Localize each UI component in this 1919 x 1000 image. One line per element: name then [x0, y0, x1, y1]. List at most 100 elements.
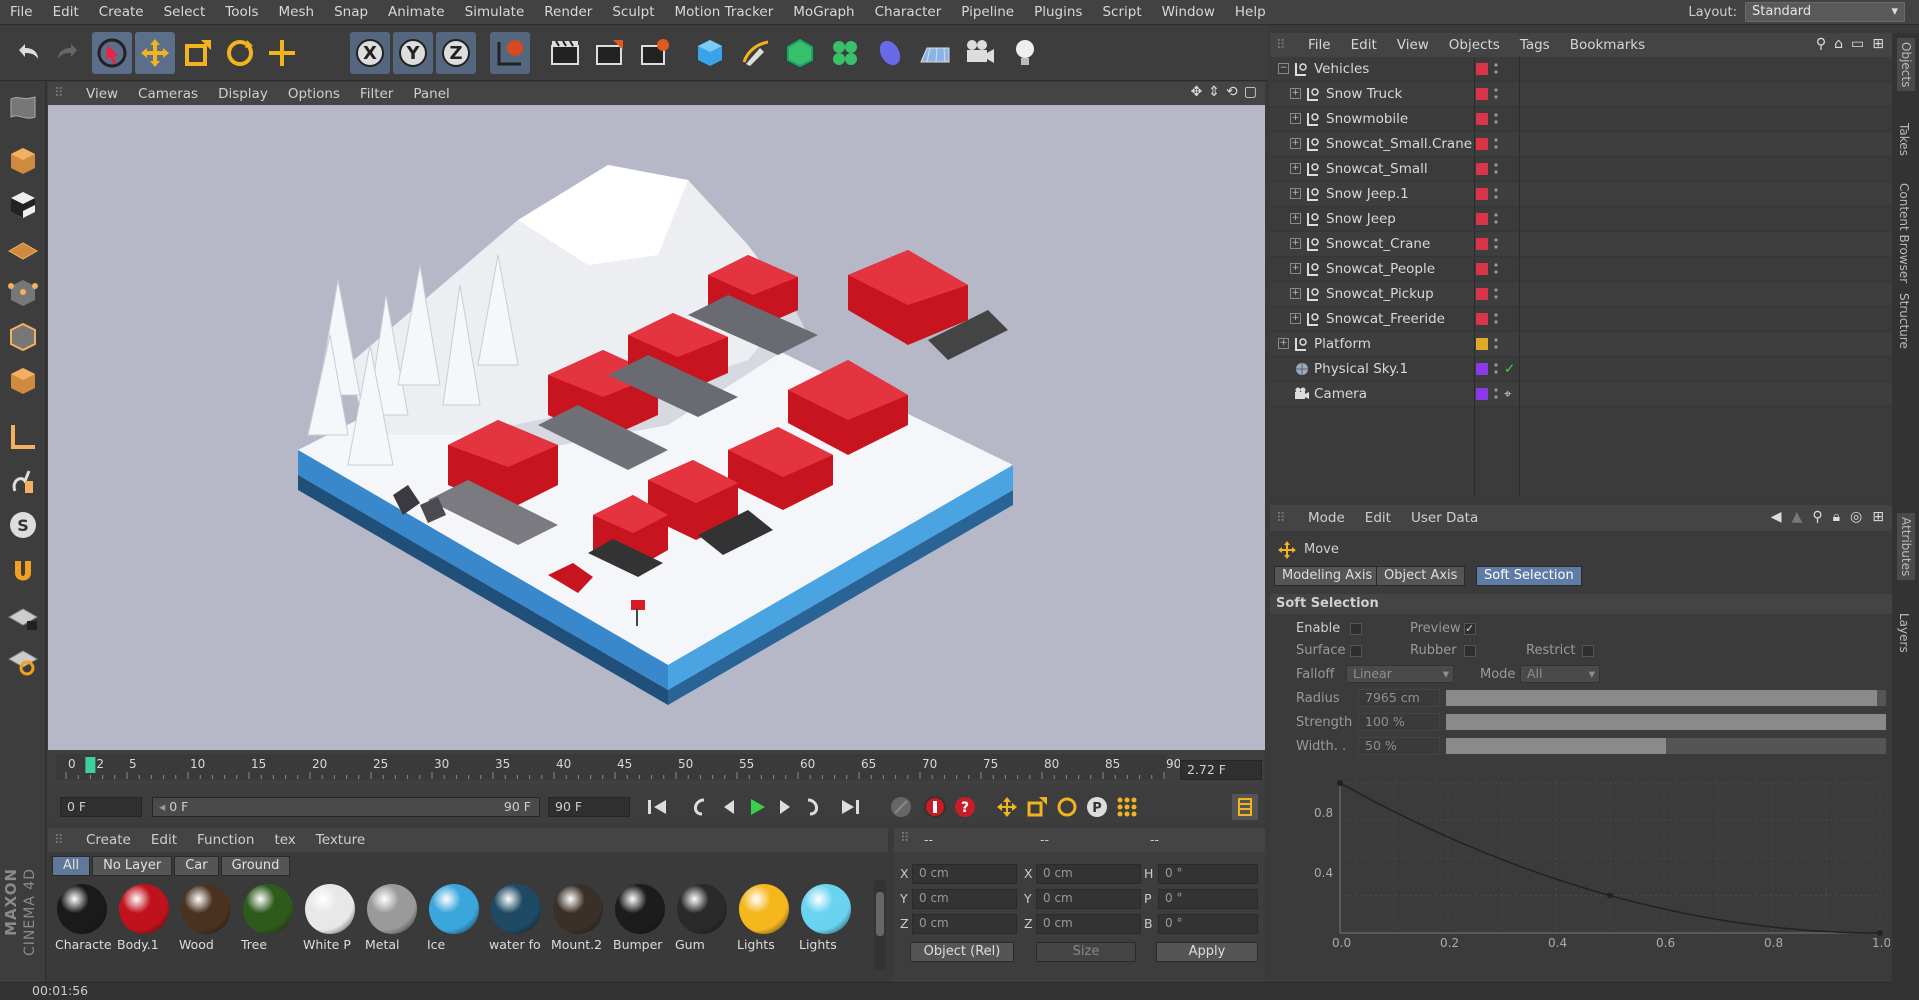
tab-soft-selection[interactable]: Soft Selection — [1476, 566, 1582, 586]
menu-render[interactable]: Render — [534, 4, 602, 20]
visibility-dots-icon[interactable] — [1494, 386, 1498, 402]
enable-checkbox[interactable] — [1350, 623, 1362, 635]
curve-point[interactable] — [1607, 892, 1613, 899]
settings-icon[interactable]: ◎ — [1850, 509, 1862, 525]
object-row[interactable]: + Snowcat_Crane — [1270, 232, 1892, 257]
material-tab-car[interactable]: Car — [174, 856, 219, 876]
menu-help[interactable]: Help — [1225, 4, 1276, 20]
material-item[interactable]: Characte — [52, 880, 112, 956]
timeline-ruler[interactable]: 0 5 10 15 20 25 30 35 40 45 50 55 60 65 70 75 80 85 90 2 2.… — [48, 750, 1265, 785]
viewport-menu-filter[interactable]: Filter — [350, 86, 403, 102]
back-arrow-icon[interactable]: ◀ — [1771, 509, 1782, 525]
om-menu-objects[interactable]: Objects — [1439, 37, 1510, 53]
visibility-dots-icon[interactable] — [1494, 61, 1498, 77]
expand-toggle-icon[interactable]: + — [1290, 313, 1301, 324]
material-menu-tex[interactable]: tex — [264, 832, 305, 848]
rotate-icon[interactable] — [220, 32, 260, 74]
pen-icon[interactable] — [735, 32, 775, 74]
menu-file[interactable]: File — [0, 4, 43, 20]
expand-toggle-icon[interactable]: + — [1290, 263, 1301, 274]
z-axis-icon[interactable]: Z — [436, 32, 476, 74]
menu-window[interactable]: Window — [1152, 4, 1225, 20]
layer-color-swatch[interactable] — [1476, 388, 1488, 400]
current-frame-marker[interactable] — [85, 757, 96, 773]
object-row[interactable]: Camera ⌖ — [1270, 382, 1892, 407]
am-menu-user-data[interactable]: User Data — [1401, 510, 1488, 526]
expand-toggle-icon[interactable]: + — [1290, 238, 1301, 249]
redo-icon[interactable] — [48, 32, 88, 74]
viewport-menu-cameras[interactable]: Cameras — [128, 86, 208, 102]
expand-toggle-icon[interactable]: + — [1290, 288, 1301, 299]
tweak-icon[interactable] — [4, 462, 42, 500]
falloff-curve-graph[interactable]: 0.0 0.2 0.4 0.6 0.8 1.0 0.8 0.4 — [1310, 763, 1890, 975]
current-frame-field[interactable]: 2.72 F — [1180, 760, 1262, 780]
key-param-icon[interactable]: P — [1084, 794, 1110, 820]
menu-plugins[interactable]: Plugins — [1024, 4, 1092, 20]
menu-character[interactable]: Character — [865, 4, 952, 20]
viewport-menu-view[interactable]: View — [76, 86, 128, 102]
material-item[interactable]: Tree — [238, 880, 298, 956]
object-row[interactable]: + Snow Jeep.1 — [1270, 182, 1892, 207]
layer-color-swatch[interactable] — [1476, 188, 1488, 200]
menu-tools[interactable]: Tools — [215, 4, 268, 20]
expand-toggle-icon[interactable]: + — [1278, 338, 1289, 349]
object-row[interactable]: + Snow Truck — [1270, 82, 1892, 107]
workplane-lock-icon[interactable] — [4, 598, 42, 636]
falloff-dropdown[interactable]: Linear ▾ — [1346, 665, 1454, 683]
points-mode-icon[interactable] — [4, 274, 42, 312]
snapping-icon[interactable]: S — [4, 506, 42, 544]
coord-rotation-field[interactable]: 0 ° — [1158, 864, 1258, 884]
material-tab-all[interactable]: All — [52, 856, 91, 876]
menu-pipeline[interactable]: Pipeline — [951, 4, 1024, 20]
scale-icon[interactable] — [178, 32, 218, 74]
coord-size-dropdown[interactable]: Size — [1036, 942, 1136, 962]
rubber-checkbox[interactable] — [1464, 645, 1476, 657]
layer-color-swatch[interactable] — [1476, 213, 1488, 225]
layer-color-swatch[interactable] — [1476, 288, 1488, 300]
preview-checkbox[interactable]: ✓ — [1464, 623, 1476, 635]
menu-sculpt[interactable]: Sculpt — [602, 4, 664, 20]
menu-mograph[interactable]: MoGraph — [783, 4, 864, 20]
expand-toggle-icon[interactable]: + — [1290, 88, 1301, 99]
side-tab-layers[interactable]: Layers — [1897, 613, 1911, 653]
material-item[interactable]: water fo — [486, 880, 546, 956]
object-row[interactable]: + Snowcat_Freeride — [1270, 307, 1892, 332]
expand-toggle-icon[interactable]: + — [1290, 213, 1301, 224]
expand-toggle-icon[interactable]: + — [1290, 113, 1301, 124]
object-row[interactable]: + Platform — [1270, 332, 1892, 357]
menu-mesh[interactable]: Mesh — [269, 4, 325, 20]
visibility-dots-icon[interactable] — [1494, 286, 1498, 302]
restrict-checkbox[interactable] — [1582, 645, 1594, 657]
visibility-dots-icon[interactable] — [1494, 361, 1498, 377]
side-tab-attributes[interactable]: Attributes — [1897, 513, 1915, 581]
material-item[interactable]: Metal — [362, 880, 422, 956]
search-icon[interactable]: ⚲ — [1816, 36, 1826, 52]
texture-mode-icon[interactable] — [4, 186, 42, 224]
home-icon[interactable]: ⌂ — [1834, 36, 1843, 52]
visibility-dots-icon[interactable] — [1494, 186, 1498, 202]
material-menu-texture[interactable]: Texture — [306, 832, 375, 848]
material-scrollbar[interactable] — [874, 880, 886, 970]
coord-position-field[interactable]: 0 cm — [912, 889, 1017, 909]
coord-mode-dropdown[interactable]: Object (Rel) — [910, 942, 1014, 962]
curve-point[interactable] — [1337, 780, 1343, 786]
am-menu-mode[interactable]: Mode — [1298, 510, 1355, 526]
side-tab-content-browser[interactable]: Content Browser — [1897, 183, 1911, 283]
key-move-icon[interactable] — [994, 794, 1020, 820]
live-select-icon[interactable] — [262, 32, 302, 74]
coord-position-field[interactable]: 0 cm — [912, 914, 1017, 934]
select-icon[interactable] — [92, 32, 132, 74]
object-row[interactable]: + Snowcat_People — [1270, 257, 1892, 282]
orbit-view-icon[interactable]: ⟲ — [1226, 84, 1238, 100]
visibility-dots-icon[interactable] — [1494, 236, 1498, 252]
material-menu-edit[interactable]: Edit — [141, 832, 187, 848]
record-disabled-icon[interactable] — [888, 794, 914, 820]
viewport-menu-display[interactable]: Display — [208, 86, 278, 102]
next-key-icon[interactable] — [800, 794, 826, 820]
prev-frame-icon[interactable] — [716, 794, 742, 820]
expand-toggle-icon[interactable]: + — [1290, 163, 1301, 174]
width-field[interactable]: 50 % — [1358, 737, 1440, 755]
width-slider[interactable] — [1446, 738, 1886, 754]
up-arrow-icon[interactable]: ▲ — [1792, 509, 1803, 525]
y-axis-icon[interactable]: Y — [393, 32, 433, 74]
